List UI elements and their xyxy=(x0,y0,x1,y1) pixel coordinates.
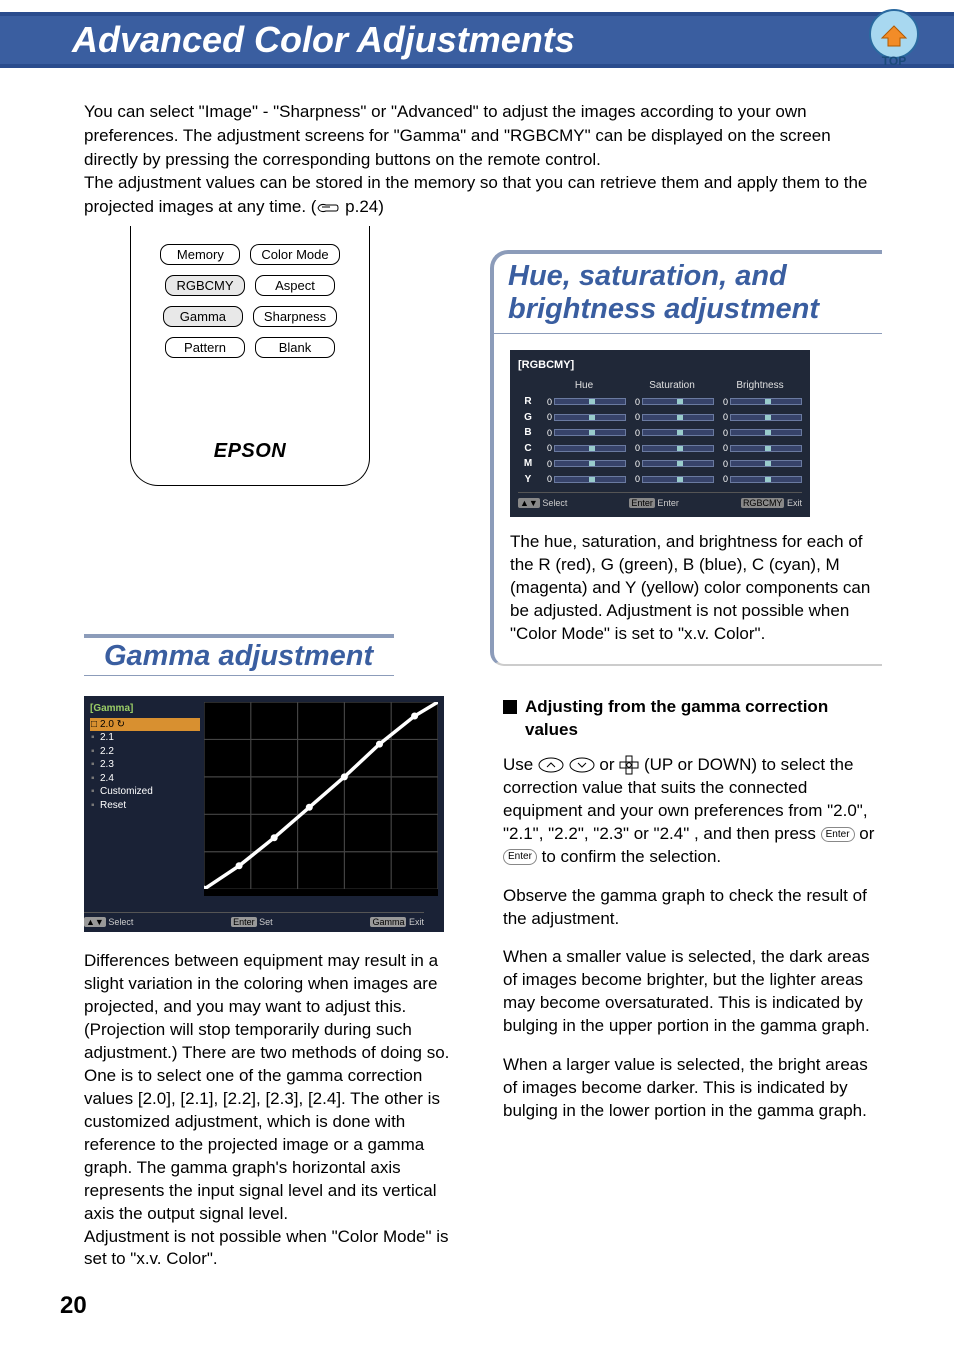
hand-ref-icon xyxy=(316,196,340,220)
gamma-title: Gamma adjustment xyxy=(104,640,373,672)
gamma-section: Gamma adjustment [Gamma] 2.0 2.1 2.2 2.3… xyxy=(84,634,882,1271)
gamma-osd-title: [Gamma] xyxy=(90,702,200,716)
osd-row: C000 xyxy=(518,442,802,456)
memory-button: Memory xyxy=(160,244,240,265)
remote-outline: Memory Color Mode RGBCMY Aspect Gamma Sh… xyxy=(130,226,370,486)
intro-p2a: The adjustment values can be stored in t… xyxy=(84,173,867,216)
gamma-graph xyxy=(204,702,438,896)
osd-row: R000 xyxy=(518,395,802,409)
intro-p2: The adjustment values can be stored in t… xyxy=(84,171,882,219)
remote-illustration: Memory Color Mode RGBCMY Aspect Gamma Sh… xyxy=(130,226,370,486)
gamma-button: Gamma xyxy=(163,306,243,327)
gamma-subhead-text: Adjusting from the gamma correction valu… xyxy=(525,696,882,742)
gamma-left-body2: Adjustment is not possible when "Color M… xyxy=(84,1226,463,1272)
osd-row: B000 xyxy=(518,426,802,440)
rgbcmy-button: RGBCMY xyxy=(165,275,245,296)
osd-footer: ▲▼ Select Enter Enter RGBCMY Exit xyxy=(518,492,802,509)
gamma-r-p1: Use or (UP or DOWN) to select the correc… xyxy=(503,754,882,869)
rgbcmy-osd: [RGBCMY] Hue Saturation Brightness R000 … xyxy=(510,350,810,517)
content-area: You can select "Image" - "Sharpness" or … xyxy=(84,100,882,220)
blank-button: Blank xyxy=(255,337,335,358)
hsb-title: Hue, saturation, and brightness adjustme… xyxy=(508,260,878,327)
epson-logo: EPSON xyxy=(214,440,287,463)
gamma-left-col: [Gamma] 2.0 2.1 2.2 2.3 2.4 Customized R… xyxy=(84,696,463,1271)
top-icon[interactable]: TOP xyxy=(864,8,924,68)
rgbcmy-osd-title: [RGBCMY] xyxy=(518,358,802,373)
header-bar: Advanced Color Adjustments xyxy=(0,12,954,68)
osd-row: M000 xyxy=(518,457,802,471)
aspect-button: Aspect xyxy=(255,275,335,296)
osd-slider xyxy=(554,398,626,405)
col-bri: Brightness xyxy=(718,379,802,393)
enter-button-icon: Enter xyxy=(821,827,855,843)
gamma-osd-footer: ▲▼ Select Enter Set Gamma Exit xyxy=(84,912,424,928)
col-hue: Hue xyxy=(542,379,626,393)
hsb-section: Hue, saturation, and brightness adjustme… xyxy=(490,250,882,666)
gamma-subhead: Adjusting from the gamma correction valu… xyxy=(503,696,882,742)
gamma-r-p4: When a larger value is selected, the bri… xyxy=(503,1054,882,1123)
intro-p2b: p.24) xyxy=(340,197,383,216)
gamma-item: Reset xyxy=(90,799,200,813)
colormode-button: Color Mode xyxy=(250,244,339,265)
hsb-title-bar: Hue, saturation, and brightness adjustme… xyxy=(490,250,882,334)
dpad-icon xyxy=(619,754,639,777)
square-bullet-icon xyxy=(503,700,517,714)
gamma-osd: [Gamma] 2.0 2.1 2.2 2.3 2.4 Customized R… xyxy=(84,696,444,932)
svg-text:TOP: TOP xyxy=(882,54,906,68)
osd-row: G000 xyxy=(518,411,802,425)
gamma-item-sel: 2.0 xyxy=(90,718,200,732)
gamma-item: 2.4 xyxy=(90,772,200,786)
col-sat: Saturation xyxy=(630,379,714,393)
gamma-left-body: Differences between equipment may result… xyxy=(84,950,463,1225)
up-oval-icon xyxy=(538,754,564,777)
pattern-button: Pattern xyxy=(165,337,245,358)
sharpness-button: Sharpness xyxy=(253,306,337,327)
gamma-title-bar: Gamma adjustment xyxy=(84,634,394,676)
gamma-r-p3: When a smaller value is selected, the da… xyxy=(503,946,882,1038)
hsb-body: [RGBCMY] Hue Saturation Brightness R000 … xyxy=(490,334,882,666)
hsb-body-text: The hue, saturation, and brightness for … xyxy=(510,532,870,643)
osd-row: Y000 xyxy=(518,473,802,487)
gamma-item: 2.3 xyxy=(90,758,200,772)
gamma-item: Customized xyxy=(90,785,200,799)
page-title: Advanced Color Adjustments xyxy=(72,19,575,61)
page-number: 20 xyxy=(60,1292,87,1320)
down-oval-icon xyxy=(569,754,595,777)
gamma-right-col: Adjusting from the gamma correction valu… xyxy=(503,696,882,1271)
osd-header: Hue Saturation Brightness xyxy=(518,379,802,393)
enter-button-icon: Enter xyxy=(503,849,537,865)
intro-p1: You can select "Image" - "Sharpness" or … xyxy=(84,100,882,171)
gamma-item: 2.2 xyxy=(90,745,200,759)
gamma-item: 2.1 xyxy=(90,731,200,745)
gamma-r-p2: Observe the gamma graph to check the res… xyxy=(503,885,882,931)
